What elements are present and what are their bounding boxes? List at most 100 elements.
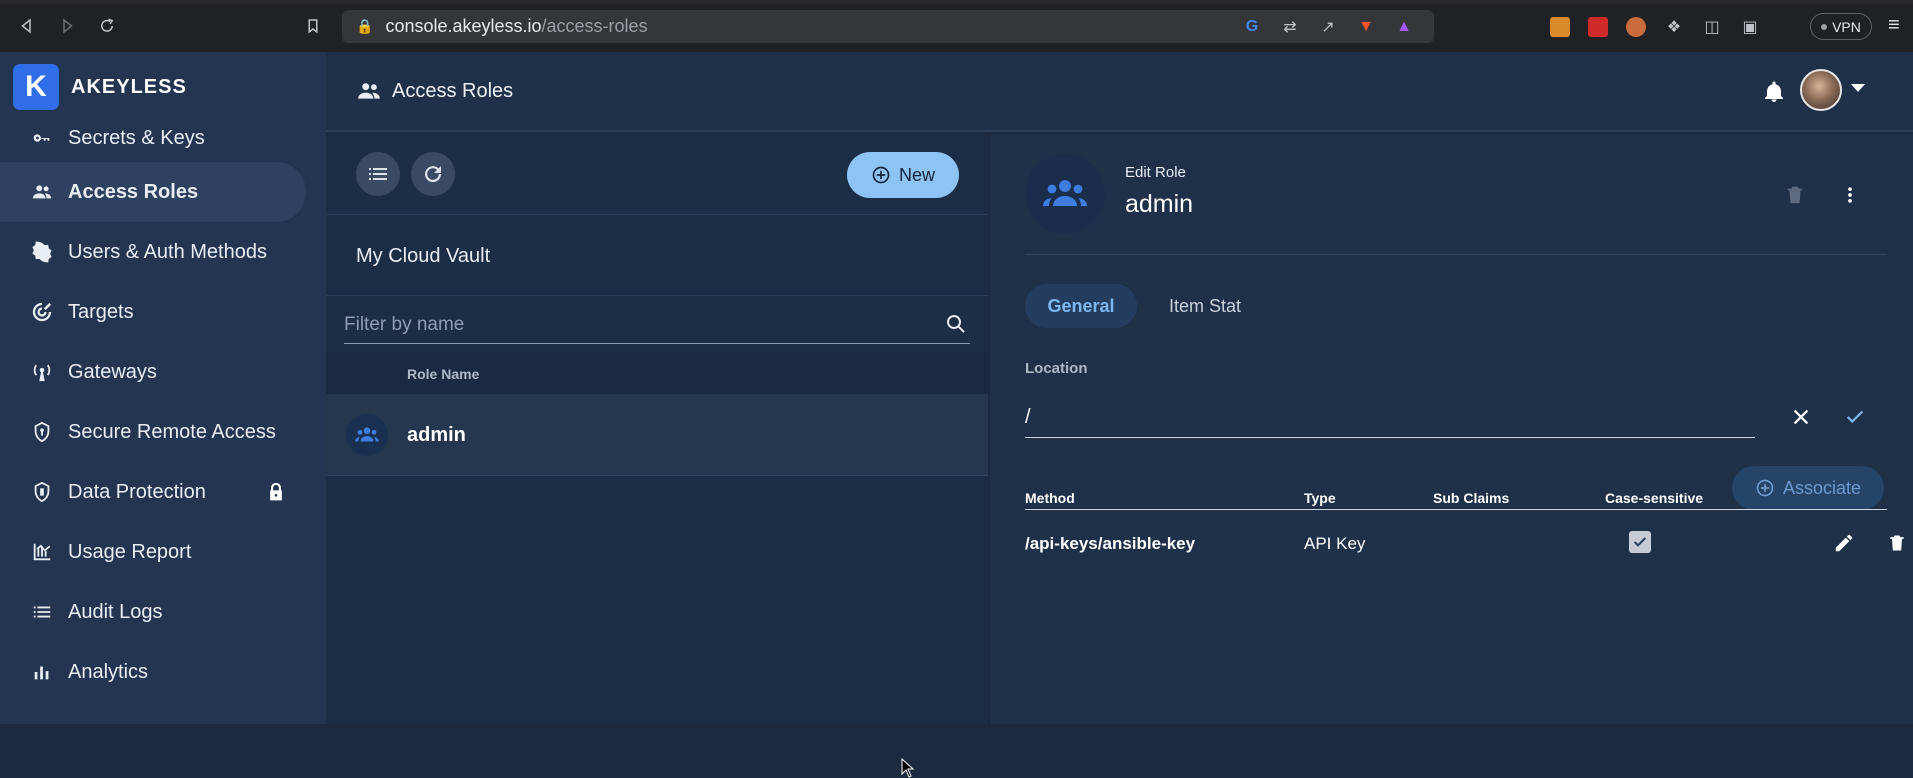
brave-rewards-icon[interactable]: ▲ xyxy=(1394,17,1414,37)
delete-role-icon[interactable] xyxy=(1784,182,1806,208)
check-icon[interactable] xyxy=(1844,406,1866,428)
wallet-icon[interactable]: ▣ xyxy=(1740,17,1760,37)
case-sensitive-checkbox[interactable] xyxy=(1629,531,1651,553)
table-row: /api-keys/ansible-key API Key xyxy=(1025,516,1904,568)
page-title-text: Access Roles xyxy=(392,79,514,102)
sidebar-item-label: Analytics xyxy=(68,660,149,683)
check-icon xyxy=(1633,537,1647,547)
sidebar-item-label: Gateways xyxy=(68,360,157,383)
role-name: admin xyxy=(407,424,466,446)
edit-role-label: Edit Role xyxy=(1125,164,1186,181)
method-path: /api-keys/ansible-key xyxy=(1025,534,1196,553)
close-icon[interactable] xyxy=(1790,406,1812,428)
chart-icon xyxy=(30,540,54,564)
brand[interactable]: K AKEYLESS xyxy=(13,64,187,110)
forward-icon[interactable] xyxy=(50,9,84,43)
bookmark-icon[interactable] xyxy=(296,9,330,43)
people-icon xyxy=(346,414,388,456)
sidebar-item-label: Usage Report xyxy=(68,540,192,563)
page-title: Access Roles xyxy=(356,78,513,104)
bar-chart-icon xyxy=(30,660,54,684)
shield-icon xyxy=(30,480,54,504)
list-icon xyxy=(369,168,387,180)
reload-icon[interactable] xyxy=(90,9,124,43)
tab-item-stat[interactable]: Item Stat xyxy=(1150,284,1260,328)
table-row[interactable]: admin xyxy=(326,394,988,476)
gateway-icon xyxy=(30,360,54,384)
new-role-button[interactable]: New xyxy=(847,152,959,198)
browser-menu-icon[interactable]: ≡ xyxy=(1888,14,1908,38)
column-method: Method xyxy=(1025,490,1075,506)
url-path: /access-roles xyxy=(541,16,648,36)
vault-selector[interactable]: My Cloud Vault xyxy=(326,214,988,296)
sidebar-item-secure-remote-access[interactable]: Secure Remote Access xyxy=(0,402,306,462)
page-header: Access Roles xyxy=(326,52,1913,132)
extension-icon-2[interactable] xyxy=(1588,16,1608,37)
column-sub-claims: Sub Claims xyxy=(1433,490,1510,506)
bell-icon[interactable] xyxy=(1762,80,1786,104)
translate-icon[interactable]: ⇄ xyxy=(1280,17,1300,37)
sidebar-item-usage-report[interactable]: Usage Report xyxy=(0,522,306,582)
list-icon xyxy=(30,600,54,624)
sidebar-item-secrets-keys[interactable]: Secrets & Keys xyxy=(0,108,306,168)
chevron-down-icon[interactable] xyxy=(1851,84,1865,92)
divider xyxy=(1025,254,1887,255)
vpn-status-dot xyxy=(1821,23,1828,30)
filter-input[interactable]: Filter by name xyxy=(344,302,970,344)
people-icon xyxy=(1043,180,1087,206)
padlock-icon: 🔒 xyxy=(356,18,374,34)
plus-circle-icon xyxy=(872,166,890,184)
brave-shield-icon[interactable]: ▼ xyxy=(1356,17,1376,37)
sidebar-toggle-icon[interactable]: ◫ xyxy=(1702,17,1722,37)
vpn-button[interactable]: VPN xyxy=(1810,13,1872,40)
sidebar: K AKEYLESS Secrets & Keys Access Roles U… xyxy=(0,52,326,724)
tab-general[interactable]: General xyxy=(1025,284,1137,328)
puzzle-icon[interactable]: ❖ xyxy=(1664,17,1684,37)
back-icon[interactable] xyxy=(10,9,44,43)
column-role-name[interactable]: Role Name xyxy=(407,366,479,382)
target-icon xyxy=(30,300,54,324)
sidebar-item-data-protection[interactable]: Data Protection xyxy=(0,462,306,522)
avatar[interactable] xyxy=(1800,69,1842,111)
extension-icon-3[interactable] xyxy=(1626,16,1646,37)
column-case-sensitive: Case-sensitive xyxy=(1605,490,1704,506)
auth-methods-table-header: Method Type Sub Claims Case-sensitive xyxy=(1025,480,1887,510)
share-icon[interactable]: ↗ xyxy=(1318,17,1338,37)
more-options-icon[interactable] xyxy=(1840,182,1860,208)
sidebar-item-label: Data Protection xyxy=(68,480,206,503)
key-icon xyxy=(30,126,54,150)
column-type: Type xyxy=(1304,490,1336,506)
akeyless-logo: K xyxy=(13,64,59,110)
location-value: / xyxy=(1025,406,1031,428)
filter-placeholder: Filter by name xyxy=(344,314,465,335)
sidebar-item-gateways[interactable]: Gateways xyxy=(0,342,306,402)
search-icon[interactable] xyxy=(944,312,968,336)
people-icon xyxy=(358,83,380,99)
role-avatar xyxy=(1025,154,1105,234)
trash-icon[interactable] xyxy=(1887,532,1907,554)
location-input[interactable]: / xyxy=(1025,396,1755,438)
sidebar-item-targets[interactable]: Targets xyxy=(0,282,306,342)
refresh-button[interactable] xyxy=(411,152,455,196)
google-icon[interactable]: G xyxy=(1242,17,1262,37)
sidebar-item-users-auth[interactable]: Users & Auth Methods xyxy=(0,222,306,282)
sidebar-item-audit-logs[interactable]: Audit Logs xyxy=(0,582,306,642)
user-badge-icon xyxy=(30,240,54,264)
sidebar-item-access-roles[interactable]: Access Roles xyxy=(0,162,306,222)
vpn-label: VPN xyxy=(1832,18,1861,35)
sidebar-item-label: Secrets & Keys xyxy=(68,126,205,149)
address-bar[interactable]: 🔒 console.akeyless.io/access-roles G ⇄ ↗… xyxy=(342,10,1434,43)
people-icon xyxy=(30,180,54,204)
brand-name: AKEYLESS xyxy=(71,75,187,98)
new-button-label: New xyxy=(898,164,935,185)
list-view-button[interactable] xyxy=(356,152,400,196)
sidebar-item-label: Targets xyxy=(68,300,134,323)
sidebar-item-label: Secure Remote Access xyxy=(68,420,276,443)
sidebar-item-label: Audit Logs xyxy=(68,600,163,623)
method-type: API Key xyxy=(1304,534,1366,553)
sidebar-item-analytics[interactable]: Analytics xyxy=(0,642,306,702)
extension-icon-1[interactable] xyxy=(1550,16,1570,37)
url-host: console.akeyless.io xyxy=(385,16,542,36)
edit-icon[interactable] xyxy=(1833,532,1855,554)
sidebar-item-label: Users & Auth Methods xyxy=(68,240,267,263)
